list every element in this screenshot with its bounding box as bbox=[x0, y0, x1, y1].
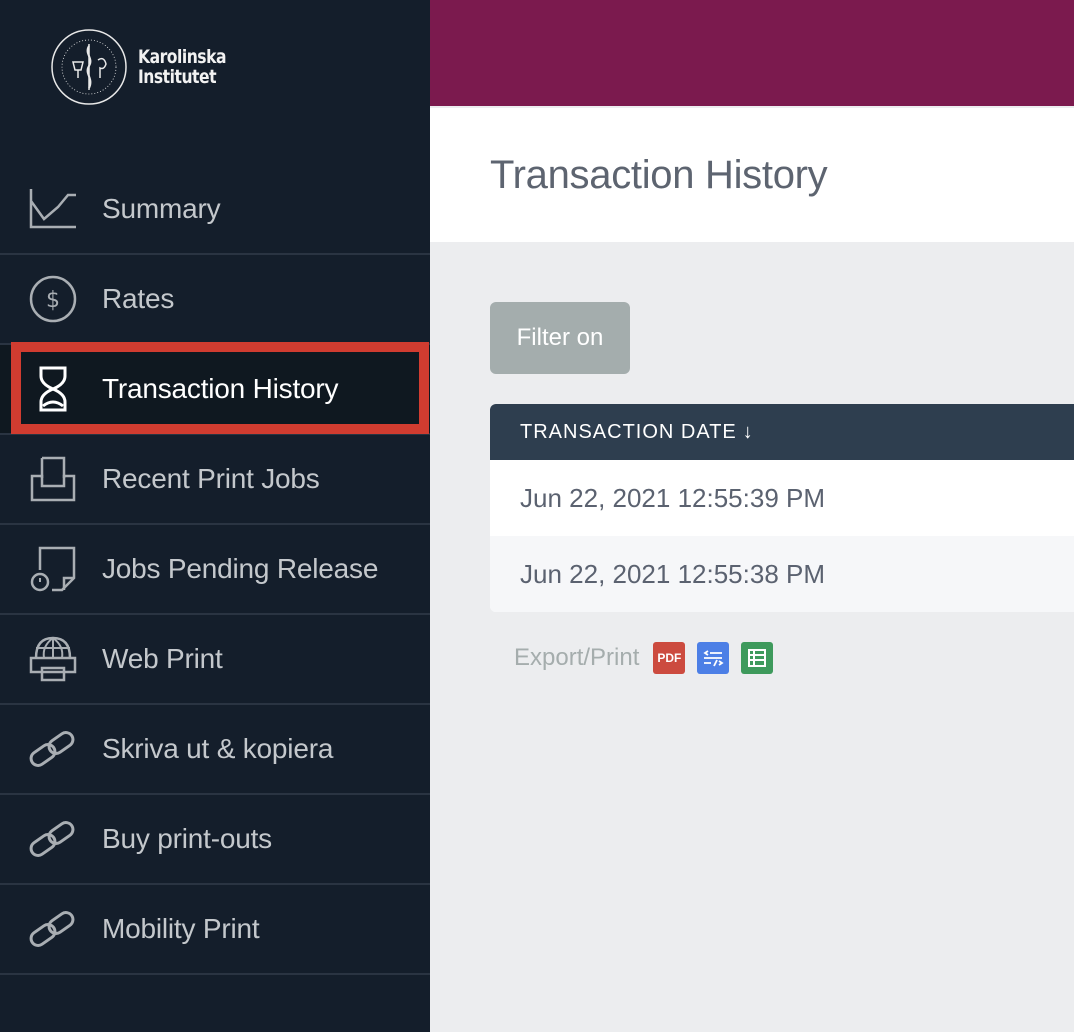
link-icon bbox=[28, 814, 78, 864]
sidebar-item-skriva-ut-kopiera[interactable]: Skriva ut & kopiera bbox=[0, 705, 430, 795]
sidebar-item-summary[interactable]: Summary bbox=[0, 165, 430, 255]
sidebar-item-transaction-history[interactable]: Transaction History bbox=[0, 345, 430, 435]
link-icon bbox=[28, 904, 78, 954]
inbox-tray-icon bbox=[28, 454, 78, 504]
seal-icon bbox=[51, 29, 127, 105]
export-bar: Export/Print PDF bbox=[514, 642, 785, 674]
column-header-label: TRANSACTION DATE bbox=[520, 420, 737, 443]
page-title: Transaction History bbox=[490, 153, 828, 197]
sidebar-item-rates[interactable]: $ Rates bbox=[0, 255, 430, 345]
top-banner bbox=[430, 0, 1074, 106]
svg-text:$: $ bbox=[46, 288, 60, 313]
sidebar-item-jobs-pending-release[interactable]: Jobs Pending Release bbox=[0, 525, 430, 615]
brand-name-line2: Institutet bbox=[138, 66, 217, 88]
karolinska-logo[interactable]: Karolinska Institutet bbox=[48, 26, 245, 108]
table-row[interactable]: Jun 22, 2021 12:55:38 PM bbox=[490, 536, 1074, 612]
brand-name: Karolinska Institutet bbox=[138, 47, 226, 87]
sidebar: Karolinska Institutet Summary $ Rates Tr… bbox=[0, 0, 430, 1032]
sidebar-item-label: Web Print bbox=[102, 643, 223, 674]
sort-arrow-down-icon: ↓ bbox=[742, 420, 754, 443]
transactions-table: TRANSACTION DATE ↓ Jun 22, 2021 12:55:39… bbox=[490, 404, 1074, 612]
sidebar-item-label: Buy print-outs bbox=[102, 823, 272, 854]
line-chart-icon bbox=[28, 184, 78, 234]
table-row[interactable]: Jun 22, 2021 12:55:39 PM bbox=[490, 460, 1074, 536]
sidebar-item-label: Recent Print Jobs bbox=[102, 463, 320, 494]
link-icon bbox=[28, 724, 78, 774]
document-clock-icon bbox=[28, 544, 78, 594]
sidebar-item-label: Summary bbox=[102, 193, 221, 224]
sidebar-item-web-print[interactable]: Web Print bbox=[0, 615, 430, 705]
dollar-circle-icon: $ bbox=[28, 274, 78, 324]
filter-button[interactable]: Filter on bbox=[490, 302, 630, 374]
page-header: Transaction History bbox=[430, 108, 1074, 242]
hourglass-icon bbox=[28, 364, 78, 414]
sidebar-item-label: Transaction History bbox=[102, 373, 339, 404]
sidebar-item-label: Skriva ut & kopiera bbox=[102, 733, 334, 764]
sidebar-item-label: Rates bbox=[102, 283, 175, 314]
sidebar-nav: Summary $ Rates Transaction History Rece… bbox=[0, 165, 430, 975]
transaction-date-cell: Jun 22, 2021 12:55:38 PM bbox=[520, 558, 826, 589]
brand-name-line1: Karolinska bbox=[138, 46, 226, 68]
sidebar-item-buy-print-outs[interactable]: Buy print-outs bbox=[0, 795, 430, 885]
xml-export-icon[interactable] bbox=[697, 642, 730, 674]
spreadsheet-export-icon[interactable] bbox=[741, 642, 774, 674]
column-header-transaction-date[interactable]: TRANSACTION DATE ↓ bbox=[490, 404, 1074, 460]
globe-printer-icon bbox=[28, 634, 78, 684]
transaction-date-cell: Jun 22, 2021 12:55:39 PM bbox=[520, 482, 826, 513]
sidebar-item-recent-print-jobs[interactable]: Recent Print Jobs bbox=[0, 435, 430, 525]
sidebar-item-mobility-print[interactable]: Mobility Print bbox=[0, 885, 430, 975]
pdf-export-icon[interactable]: PDF bbox=[653, 642, 686, 674]
sidebar-item-label: Mobility Print bbox=[102, 913, 260, 944]
sidebar-item-label: Jobs Pending Release bbox=[102, 553, 379, 584]
export-label: Export/Print bbox=[514, 644, 640, 671]
